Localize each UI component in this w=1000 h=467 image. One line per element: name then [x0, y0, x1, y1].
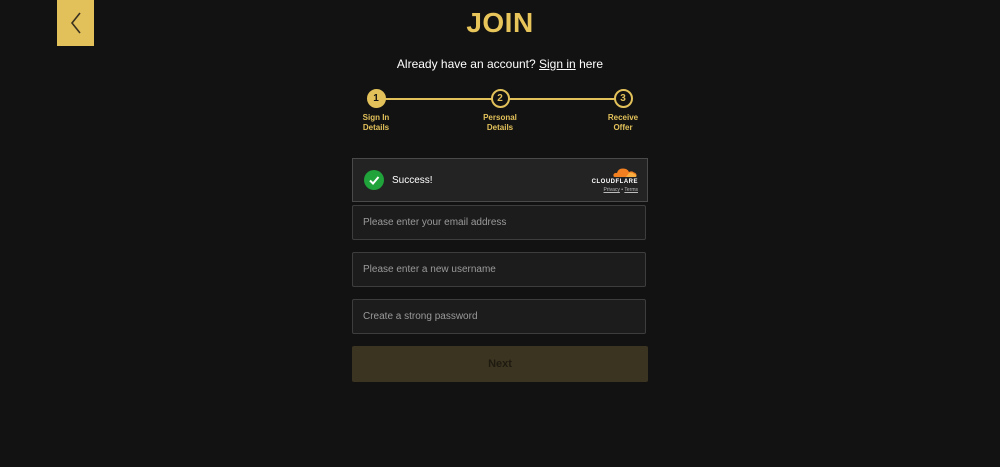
- step-2-label: Personal Details: [470, 113, 530, 133]
- signin-prompt: Already have an account? Sign in here: [0, 57, 1000, 71]
- step-3-circle: 3: [613, 89, 633, 108]
- step-1-label-line1: Sign In: [362, 113, 390, 122]
- page-title: JOIN: [466, 7, 534, 38]
- signin-link[interactable]: Sign in: [539, 57, 576, 71]
- step-2: 2 Personal Details: [470, 89, 530, 133]
- signin-suffix: here: [579, 57, 604, 71]
- step-1: 1 Sign In Details: [346, 89, 406, 133]
- step-1-label-line2: Details: [362, 123, 390, 132]
- step-1-circle: 1: [366, 89, 386, 108]
- step-1-label: Sign In Details: [346, 113, 406, 133]
- captcha-status: Success!: [392, 174, 433, 186]
- cloudflare-wordmark: CLOUDFLARE: [591, 179, 638, 185]
- username-input[interactable]: [353, 253, 645, 286]
- cloudflare-cloud-icon: [613, 168, 637, 177]
- step-2-circle: 2: [490, 89, 510, 108]
- signin-prefix: Already have an account?: [396, 57, 536, 71]
- email-input[interactable]: [353, 206, 645, 239]
- links-separator: •: [621, 187, 624, 193]
- step-3-label-line2: Offer: [613, 123, 633, 132]
- email-field-wrapper: [352, 205, 646, 240]
- terms-link[interactable]: Terms: [624, 187, 638, 193]
- join-page: JOIN Already have an account? Sign in he…: [0, 0, 1000, 467]
- progress-stepper: 1 Sign In Details 2 Personal Details 3 R…: [352, 89, 648, 135]
- privacy-link[interactable]: Privacy: [604, 187, 620, 193]
- step-2-label-line2: Details: [486, 123, 514, 132]
- cloudflare-links: Privacy • Terms: [578, 187, 639, 193]
- step-2-label-line1: Personal: [483, 113, 517, 122]
- step-3-label-line1: Receive: [607, 113, 639, 122]
- success-check-icon: [364, 170, 384, 190]
- password-input[interactable]: [353, 300, 645, 333]
- password-field-wrapper: [352, 299, 646, 334]
- step-3: 3 Receive Offer: [593, 89, 653, 133]
- step-3-label: Receive Offer: [593, 113, 653, 133]
- cloudflare-brand: CLOUDFLARE Privacy • Terms: [578, 167, 638, 193]
- captcha-widget[interactable]: Success! CLOUDFLARE Privacy • Terms: [352, 158, 648, 202]
- next-button[interactable]: Next: [352, 346, 648, 382]
- username-field-wrapper: [352, 252, 646, 287]
